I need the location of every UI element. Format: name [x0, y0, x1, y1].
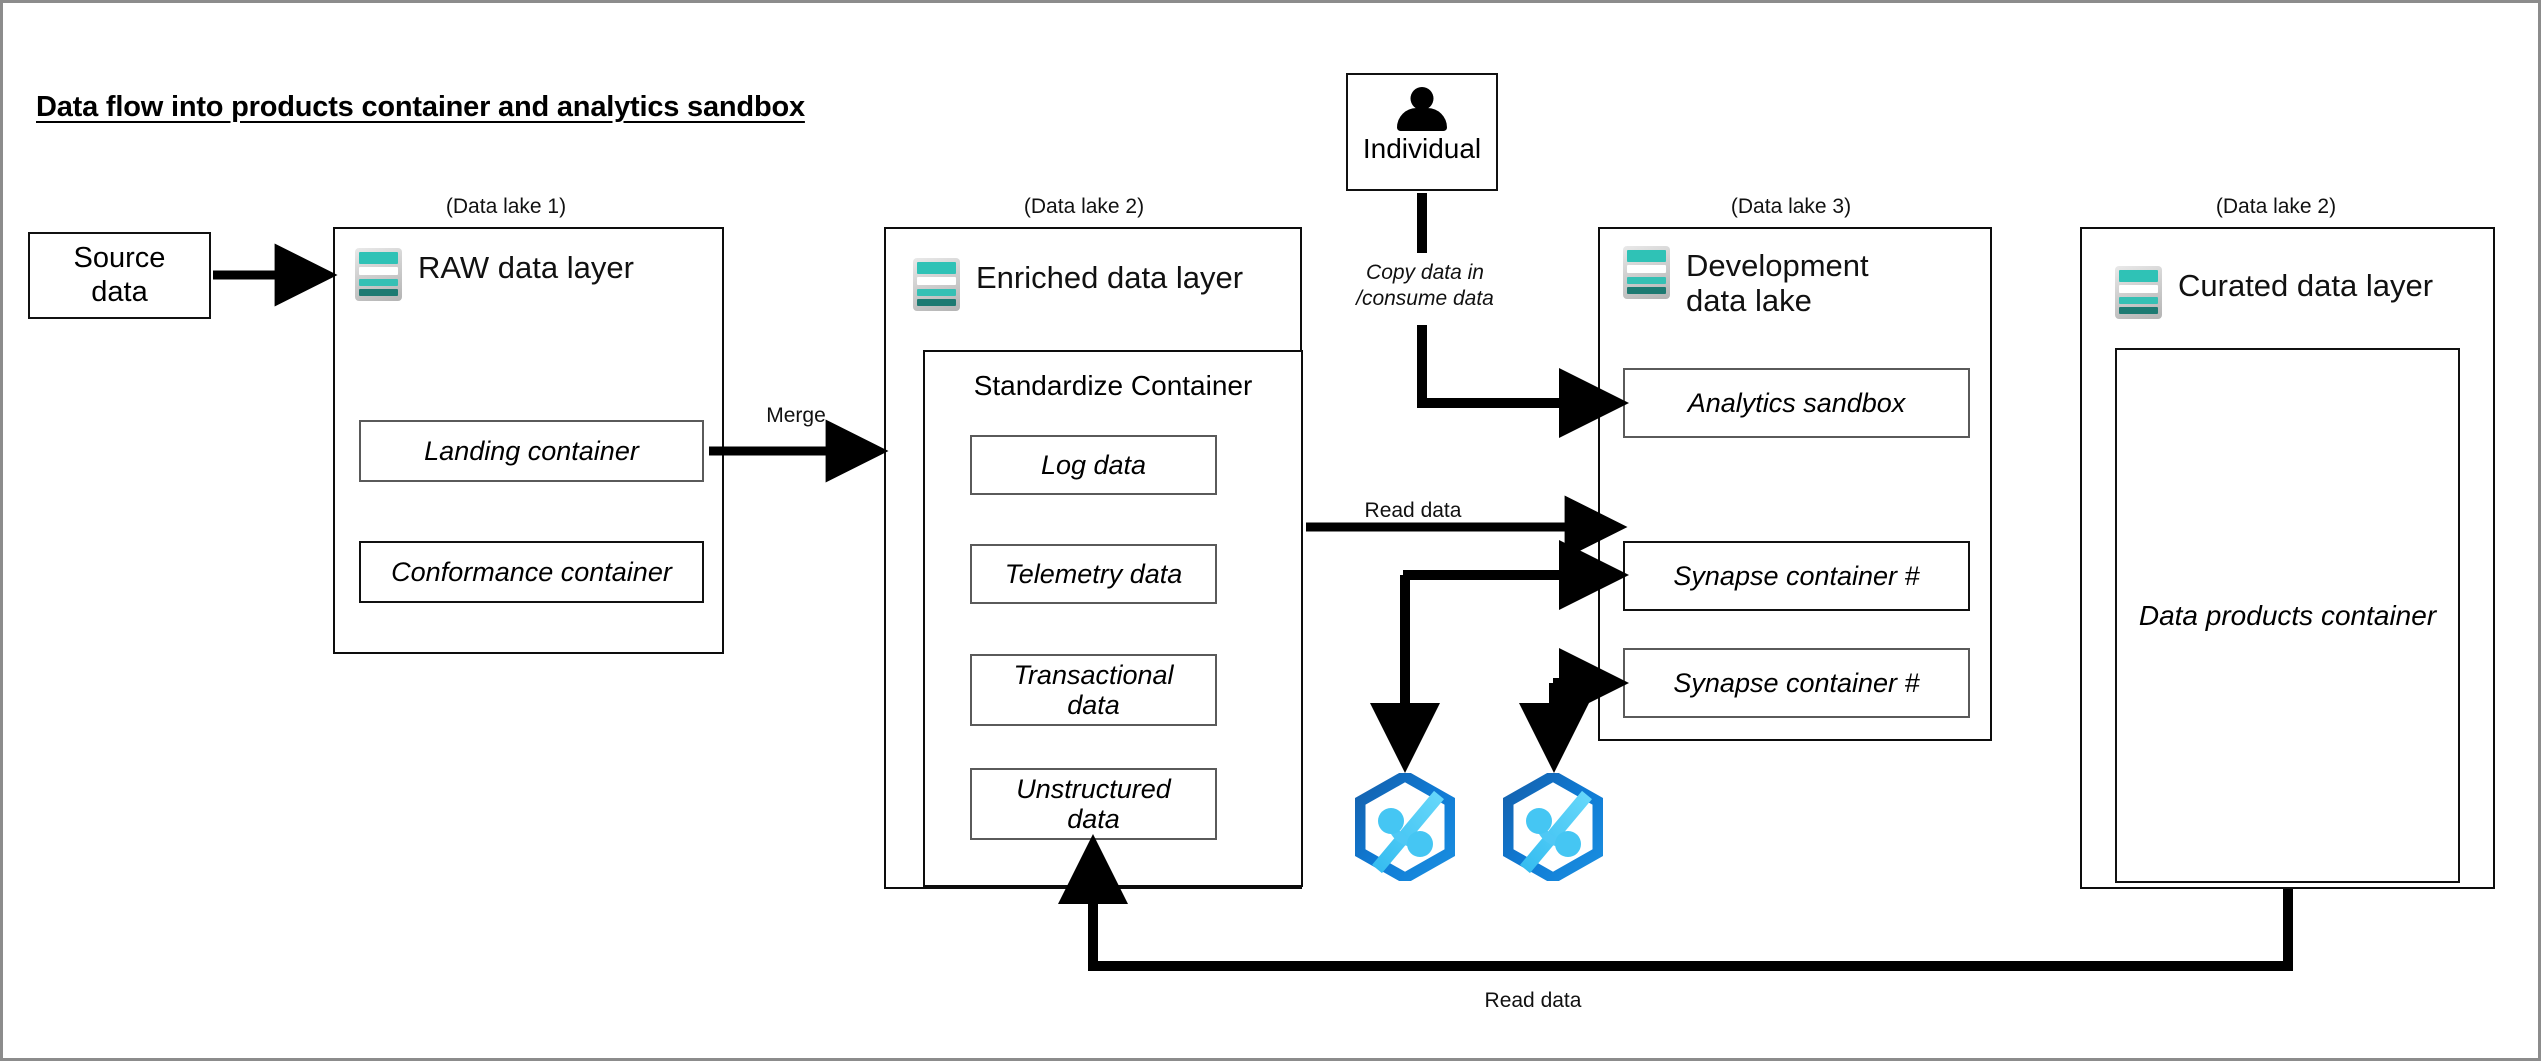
transactional-data-label: Transactional data — [1013, 659, 1174, 720]
individual-box: Individual — [1346, 73, 1498, 191]
telemetry-data-box: Telemetry data — [970, 544, 1217, 604]
raw-zone-caption: (Data lake 1) — [445, 195, 567, 218]
source-data-box: Source data — [28, 232, 211, 319]
raw-zone-header: RAW data layer — [355, 248, 695, 301]
landing-container-box: Landing container — [359, 420, 704, 482]
curated-zone-caption: (Data lake 2) — [2215, 195, 2337, 218]
development-zone-heading: Development data lake — [1686, 248, 1869, 318]
individual-label: Individual — [1362, 133, 1482, 164]
data-lake-icon — [355, 248, 402, 301]
log-data-box: Log data — [970, 435, 1217, 495]
log-data-label: Log data — [1040, 449, 1147, 480]
azure-synapse-logo-2 — [1502, 769, 1604, 886]
analytics-sandbox-label: Analytics sandbox — [1687, 387, 1906, 418]
telemetry-data-label: Telemetry data — [1004, 558, 1183, 589]
arrow-copy-consume-tail — [1417, 325, 1630, 438]
read-data-top-label: Read data — [1364, 499, 1462, 522]
development-zone-caption: (Data lake 3) — [1730, 195, 1852, 218]
synapse-container-1-box: Synapse container # — [1623, 541, 1970, 611]
conformance-container-label: Conformance container — [391, 556, 672, 587]
synapse-container-2-label: Synapse container # — [1673, 667, 1920, 698]
enriched-zone-caption: (Data lake 2) — [1023, 195, 1145, 218]
data-lake-icon — [913, 258, 960, 311]
copy-consume-data-label: Copy data in /consume data — [1356, 261, 1494, 311]
landing-container-label: Landing container — [424, 435, 639, 466]
curated-zone-heading: Curated data layer — [2178, 268, 2434, 303]
merge-label: Merge — [766, 404, 826, 427]
person-icon — [1395, 85, 1449, 137]
data-products-container-label: Data products container — [2138, 599, 2437, 631]
data-lake-icon — [1623, 246, 1670, 299]
standardize-container-title-wrap: Standardize Container — [923, 370, 1303, 402]
enriched-zone-heading: Enriched data layer — [976, 260, 1244, 295]
standardize-container-title: Standardize Container — [973, 370, 1253, 401]
development-zone-header: Development data lake — [1623, 246, 1983, 318]
curated-zone-header: Curated data layer — [2115, 266, 2485, 319]
diagram-canvas: Data flow into products container and an… — [0, 0, 2541, 1061]
read-data-bottom-label: Read data — [1484, 989, 1582, 1012]
analytics-sandbox-box: Analytics sandbox — [1623, 368, 1970, 438]
source-data-label: Source data — [73, 241, 166, 308]
transactional-data-box: Transactional data — [970, 654, 1217, 726]
raw-zone-heading: RAW data layer — [418, 250, 634, 285]
unstructured-data-label: Unstructured data — [1016, 773, 1171, 834]
azure-synapse-logo-1 — [1354, 769, 1456, 886]
unstructured-data-box: Unstructured data — [970, 768, 1217, 840]
enriched-zone-header: Enriched data layer — [913, 258, 1283, 311]
data-lake-icon — [2115, 266, 2162, 319]
diagram-title: Data flow into products container and an… — [36, 91, 805, 123]
synapse-container-1-label: Synapse container # — [1673, 560, 1920, 591]
conformance-container-box: Conformance container — [359, 541, 704, 603]
data-products-container-box: Data products container — [2115, 348, 2460, 883]
synapse-container-2-box: Synapse container # — [1623, 648, 1970, 718]
